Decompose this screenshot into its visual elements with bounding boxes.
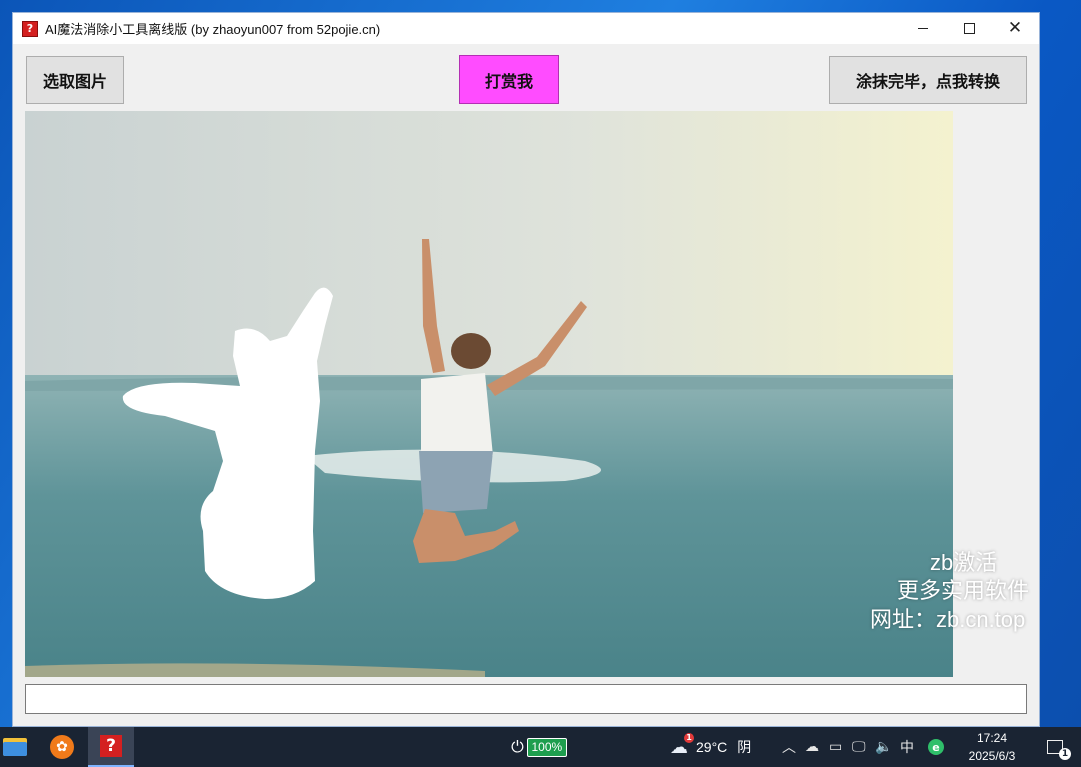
status-input[interactable] <box>25 684 1027 714</box>
chevron-up-icon[interactable]: ︿ <box>782 727 796 767</box>
weather-widget[interactable]: ☁ 1 29°C 阴 <box>670 727 770 767</box>
close-icon: ✕ <box>1007 18 1023 38</box>
maximize-icon <box>963 23 975 34</box>
power-status[interactable]: ⏻ 100% <box>508 727 570 767</box>
taskbar: ✿ ? ⏻ 100% ☁ 1 29°C 阴 ︿ ☁ ▭ 🖵 🔈 中 e 17:24… <box>0 727 1081 767</box>
watermark-line-2: 更多实用软件 <box>897 578 1030 603</box>
reward-button[interactable]: 打赏我 <box>459 55 559 104</box>
notification-badge: 1 <box>1059 748 1071 760</box>
photo-illustration <box>25 111 953 677</box>
watermark-line-3: 网址：zb.cn.top <box>870 607 1026 632</box>
notification-button[interactable]: 1 <box>1040 727 1071 767</box>
image-canvas[interactable] <box>25 111 953 677</box>
weather-condition: 阴 <box>737 739 752 755</box>
onedrive-icon[interactable]: ☁ <box>805 727 819 767</box>
clock-date: 2025/6/3 <box>968 749 1016 763</box>
close-button[interactable]: ✕ <box>992 13 1038 44</box>
cloud-icon: ☁ 1 <box>670 732 694 758</box>
edge-icon: e <box>928 739 944 755</box>
title-bar[interactable]: ? AI魔法消除小工具离线版 (by zhaoyun007 from 52poj… <box>13 13 1039 44</box>
browser-tray-button[interactable]: e <box>928 727 944 767</box>
plug-icon: ⏻ <box>511 737 524 756</box>
maximize-button[interactable] <box>946 13 992 44</box>
minimize-icon <box>918 28 928 29</box>
magic-eraser-taskbar-button[interactable]: ? <box>88 727 134 767</box>
ime-indicator[interactable]: 中 <box>900 727 914 767</box>
notification-icon: 1 <box>1047 740 1071 760</box>
clock[interactable]: 17:24 2025/6/3 <box>960 729 1024 765</box>
question-icon: ? <box>100 735 122 757</box>
minimize-button[interactable] <box>900 13 946 44</box>
battery-icon[interactable]: ▭ <box>829 727 842 767</box>
folder-icon <box>3 738 27 756</box>
weather-temperature: 29°C <box>696 739 728 755</box>
volume-icon[interactable]: 🔈 <box>875 727 892 767</box>
question-icon: ? <box>22 20 38 37</box>
convert-button[interactable]: 涂抹完毕，点我转换 <box>829 56 1027 104</box>
battery-indicator: 100% <box>526 737 567 757</box>
taskbar-app-button[interactable]: ✿ <box>44 727 80 767</box>
weather-badge: 1 <box>684 732 694 743</box>
select-image-button[interactable]: 选取图片 <box>26 56 124 104</box>
window-title: AI魔法消除小工具离线版 (by zhaoyun007 from 52pojie… <box>45 22 381 37</box>
app-icon: ✿ <box>50 735 74 759</box>
clock-time: 17:24 <box>976 731 1008 745</box>
file-explorer-button[interactable] <box>0 727 30 767</box>
network-icon[interactable]: 🖵 <box>852 727 866 767</box>
